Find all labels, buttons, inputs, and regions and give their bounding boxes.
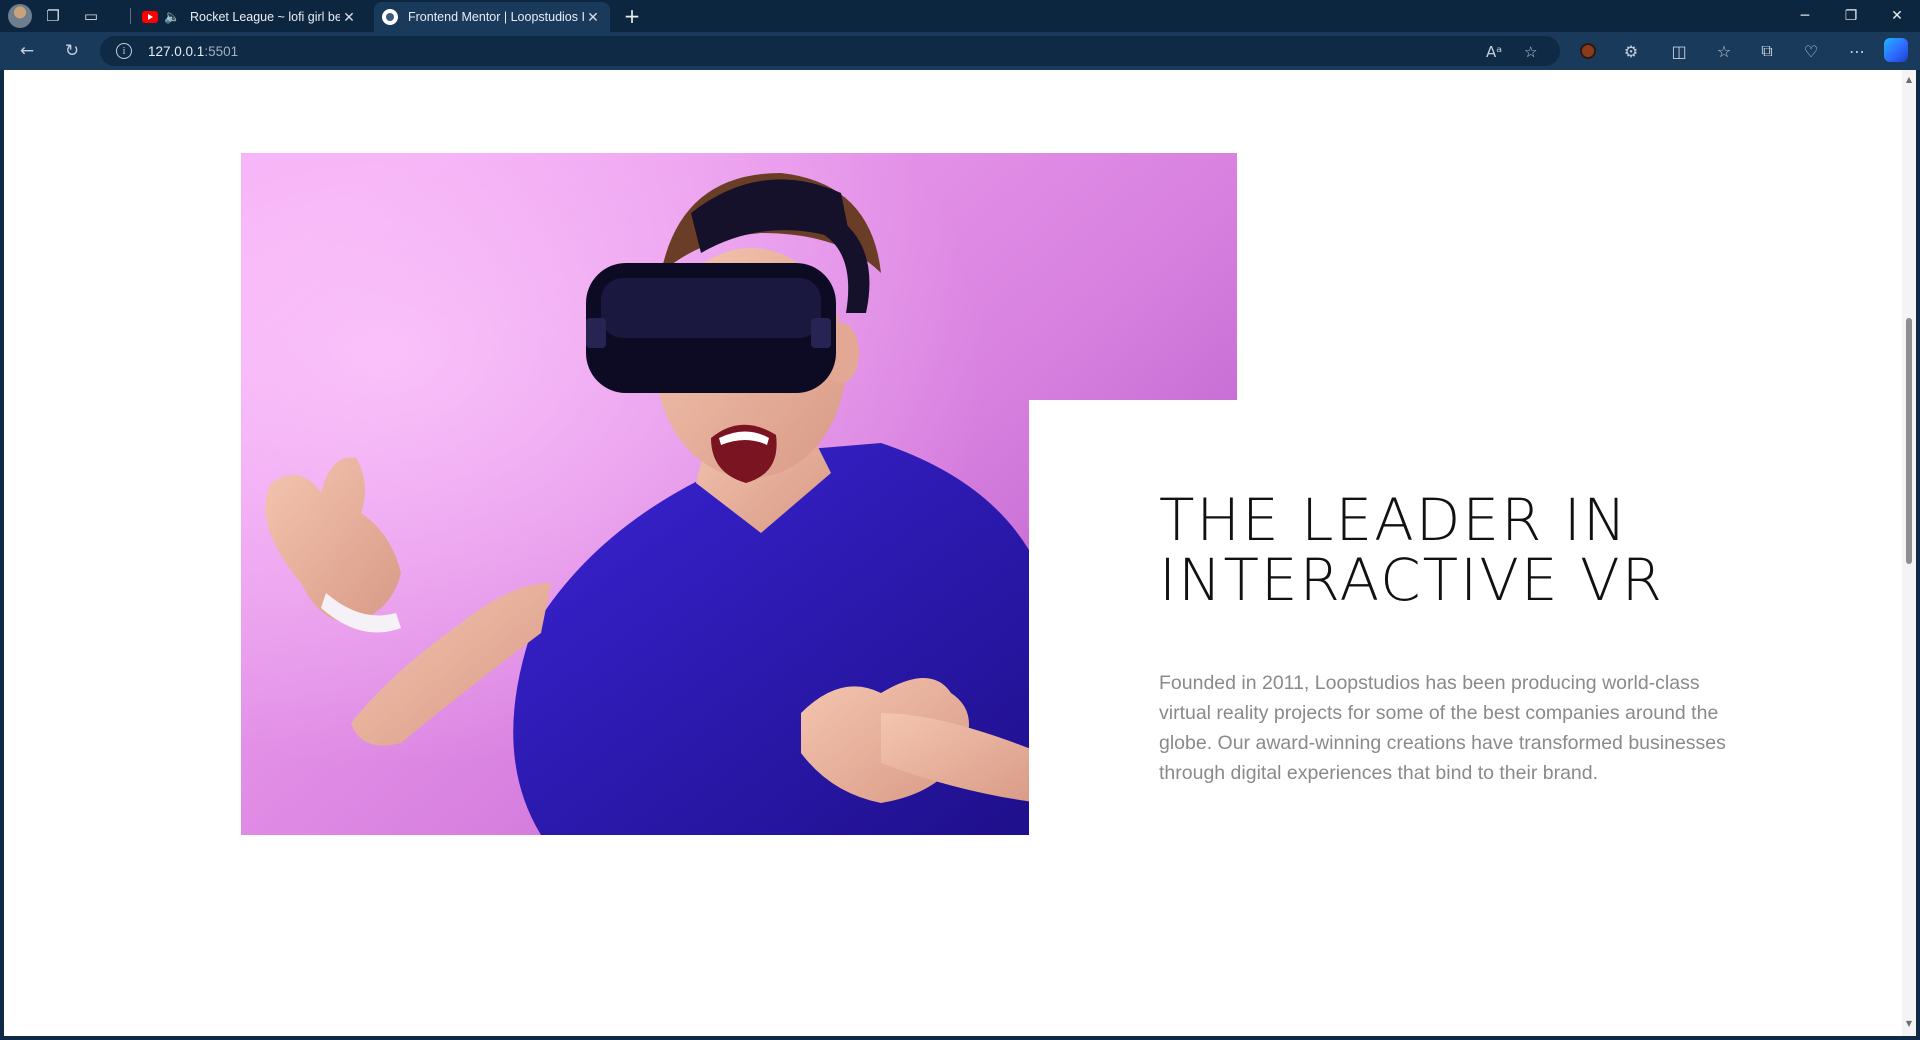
new-tab-button[interactable]: + — [618, 2, 646, 30]
speaker-icon[interactable]: 🔈 — [164, 9, 182, 25]
tab-strip: ❐ ▭ 🔈 Rocket League ~ lofi girl be ✕ Fro… — [0, 0, 1920, 32]
restore-button[interactable]: ❐ — [1828, 0, 1874, 32]
favorite-star-icon[interactable]: ☆ — [1524, 43, 1537, 61]
intro-paragraph: Founded in 2011, Loopstudios has been pr… — [1159, 672, 1726, 784]
collections-icon[interactable]: ⧉ — [1752, 37, 1782, 65]
split-screen-icon[interactable]: ◫ — [1664, 37, 1694, 65]
tab-loopstudios[interactable]: Frontend Mentor | Loopstudios I ✕ — [374, 2, 610, 32]
scroll-down-icon[interactable]: ▼ — [1905, 1020, 1913, 1028]
tab-separator — [130, 8, 131, 24]
extension-avatar-icon[interactable] — [1573, 37, 1603, 65]
close-icon[interactable]: ✕ — [584, 9, 602, 26]
profile-avatar[interactable] — [8, 4, 32, 28]
read-aloud-icon[interactable]: Aᵃ — [1486, 43, 1502, 61]
favorites-icon[interactable]: ☆ — [1709, 37, 1739, 65]
page-viewport: THE LEADER IN INTERACTIVE VR Founded in … — [4, 70, 1902, 1036]
minimize-button[interactable]: ─ — [1782, 0, 1828, 32]
close-icon[interactable]: ✕ — [340, 9, 358, 26]
scroll-thumb[interactable] — [1906, 318, 1912, 564]
browser-essentials-icon[interactable]: ♡ — [1796, 37, 1826, 65]
scroll-up-icon[interactable]: ▲ — [1905, 76, 1913, 84]
vertical-scrollbar[interactable]: ▲ ▼ — [1902, 70, 1916, 1036]
copilot-icon[interactable] — [1884, 38, 1908, 62]
close-window-button[interactable]: ✕ — [1874, 0, 1920, 32]
extensions-icon[interactable]: ⚙ — [1616, 37, 1646, 65]
back-button[interactable]: ← — [12, 37, 42, 65]
tab-title: Frontend Mentor | Loopstudios I — [408, 10, 584, 24]
workspaces-icon[interactable]: ❐ — [38, 1, 68, 31]
browser-toolbar: ← ↻ i 127.0.0.1:5501 Aᵃ ☆ ⚙ ◫ ☆ ⧉ ♡ ⋯ — [0, 32, 1920, 70]
site-info-icon[interactable]: i — [116, 43, 132, 59]
frontend-mentor-icon — [382, 9, 398, 25]
address-bar[interactable]: i 127.0.0.1:5501 Aᵃ ☆ — [100, 36, 1560, 66]
more-menu-icon[interactable]: ⋯ — [1842, 37, 1872, 65]
page-title: THE LEADER IN INTERACTIVE VR — [1159, 486, 1664, 614]
tab-actions-icon[interactable]: ▭ — [76, 1, 106, 31]
tab-rocket-league[interactable]: 🔈 Rocket League ~ lofi girl be ✕ — [134, 2, 366, 32]
url-text: 127.0.0.1:5501 — [148, 43, 239, 59]
youtube-icon — [142, 11, 158, 23]
tab-title: Rocket League ~ lofi girl be — [190, 10, 340, 24]
refresh-button[interactable]: ↻ — [57, 37, 87, 65]
